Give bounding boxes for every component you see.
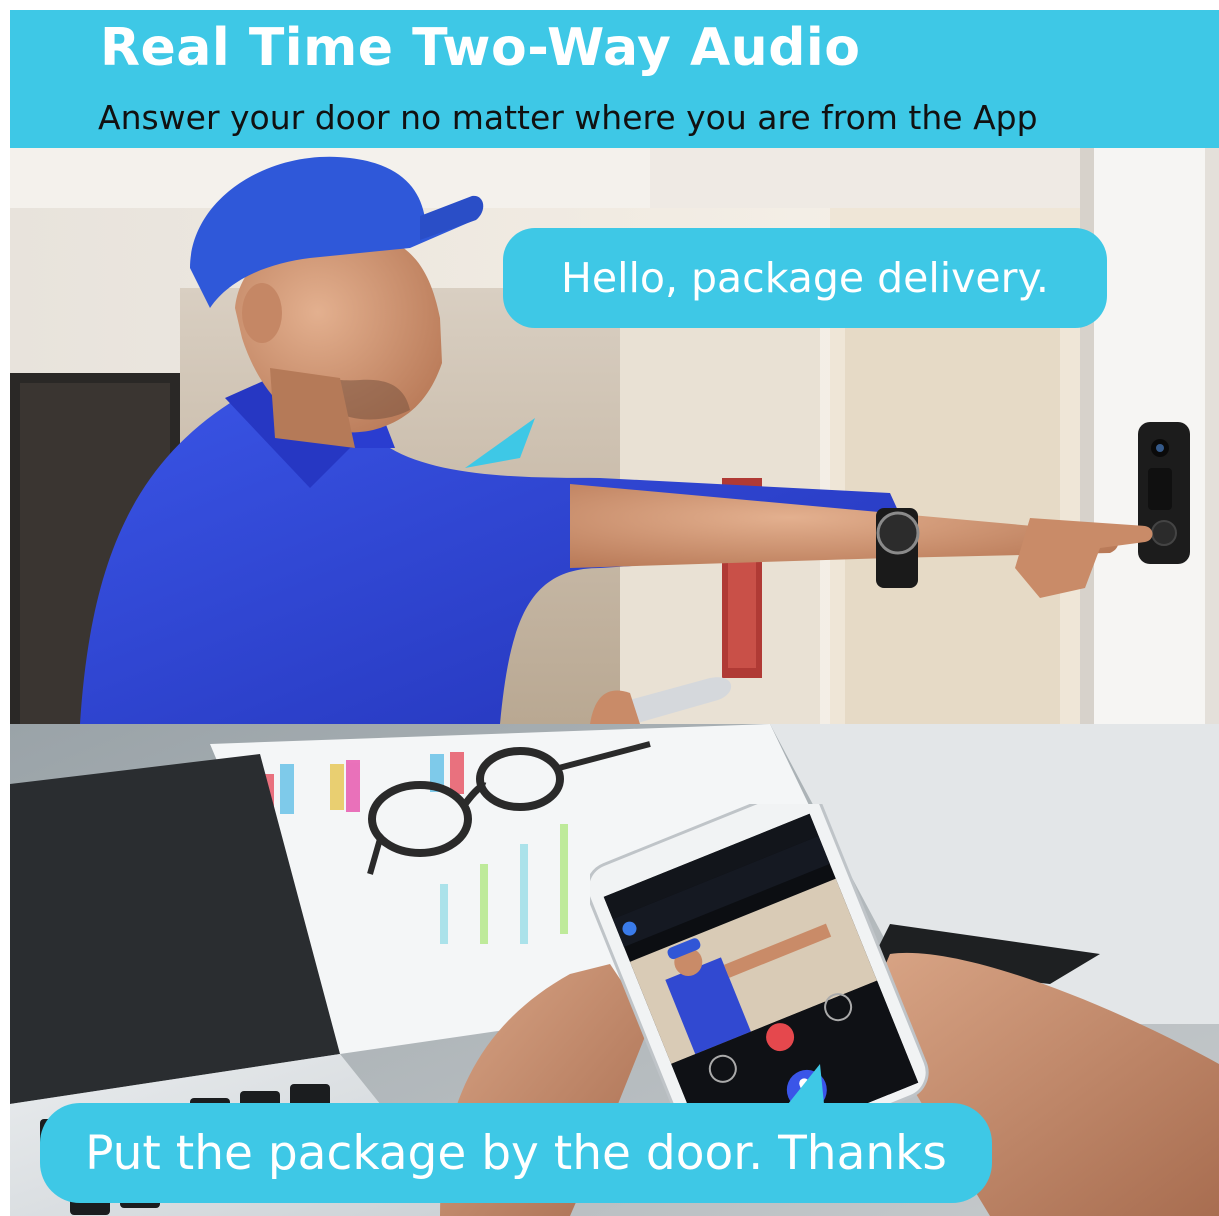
product-image: Real Time Two-Way Audio Answer your door… [10, 10, 1219, 1216]
smartphone [590, 804, 929, 1144]
banner-title: Real Time Two-Way Audio [100, 18, 861, 78]
owner-speech-bubble: Put the package by the door. Thanks [40, 1103, 992, 1203]
visitor-speech-bubble: Hello, package delivery. [503, 228, 1107, 328]
header-banner: Real Time Two-Way Audio Answer your door… [10, 10, 1219, 148]
banner-subtitle: Answer your door no matter where you are… [98, 98, 1038, 137]
bubble-tail-top [465, 418, 535, 468]
